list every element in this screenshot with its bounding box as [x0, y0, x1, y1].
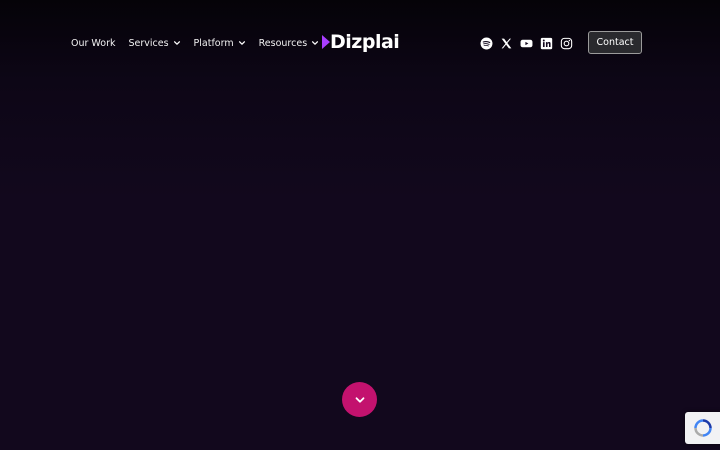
main-nav: Our Work Services Platform Resources [71, 35, 332, 51]
logo-play-mark-icon [322, 35, 330, 49]
chevron-down-icon [355, 396, 364, 403]
nav-item-services[interactable]: Services [128, 38, 180, 49]
youtube-icon [520, 39, 533, 47]
chevron-down-icon [238, 41, 245, 45]
social-links [480, 36, 580, 50]
spotify-icon [480, 37, 493, 49]
linkedin-icon [540, 37, 553, 49]
site-header: Our Work Services Platform Resources Diz… [0, 0, 720, 84]
nav-item-label: Our Work [71, 37, 116, 49]
instagram-icon [560, 37, 573, 49]
youtube-link[interactable] [520, 37, 533, 50]
x-icon [501, 38, 512, 48]
linkedin-link[interactable] [540, 37, 553, 50]
nav-item-resources[interactable]: Resources [259, 38, 320, 49]
x-link[interactable] [500, 37, 513, 50]
chevron-down-icon [312, 41, 319, 45]
contact-button[interactable]: Contact [588, 31, 642, 54]
nav-item-platform[interactable]: Platform [194, 38, 246, 49]
instagram-link[interactable] [560, 37, 573, 50]
logo-text: Dizplai [330, 31, 400, 53]
nav-item-our-work[interactable]: Our Work [71, 38, 115, 49]
nav-item-label: Resources [258, 37, 308, 49]
chevron-down-icon [173, 41, 180, 45]
nav-item-label: Platform [193, 37, 234, 49]
recaptcha-badge[interactable] [685, 412, 720, 444]
dizplai-logo[interactable]: Dizplai [322, 30, 400, 54]
page: Our Work Services Platform Resources Diz… [0, 0, 720, 450]
recaptcha-icon [694, 419, 712, 437]
spotify-link[interactable] [480, 37, 493, 50]
scroll-down-button[interactable] [342, 382, 377, 417]
nav-item-label: Services [128, 37, 169, 49]
